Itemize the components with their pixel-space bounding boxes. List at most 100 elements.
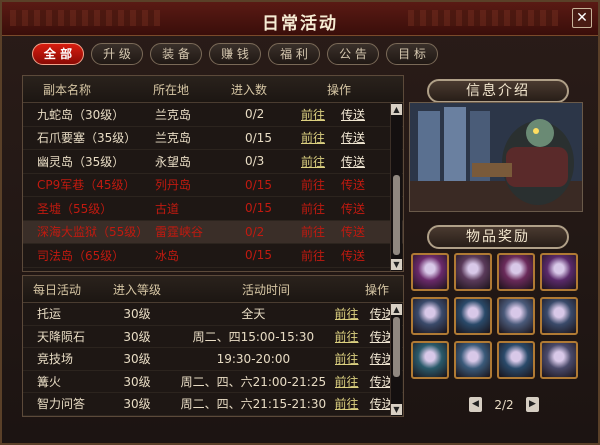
dungeon-row[interactable]: 司法岛（65级） 冰岛 0/15 前往 传送 (23, 244, 403, 268)
ring-icon[interactable] (454, 341, 492, 379)
blade-icon[interactable] (454, 297, 492, 335)
tab-5[interactable]: 公 告 (327, 43, 379, 65)
go-link[interactable]: 前往 (301, 176, 337, 193)
pants-icon[interactable] (540, 297, 578, 335)
scroll-up-icon[interactable]: ▲ (391, 304, 402, 315)
go-link[interactable]: 前往 (301, 223, 337, 240)
dungeon-row[interactable]: 圣墟（55级） 古道 0/15 前往 传送 (23, 197, 403, 221)
dungeon-location: 列丹岛 (155, 178, 192, 193)
dungeon-entries: 0/15 (245, 177, 272, 192)
scroll-thumb[interactable] (393, 175, 400, 255)
dungeon-row[interactable]: 深海大监狱（55级） 雷霆峡谷 0/2 前往 传送 (23, 220, 403, 244)
header-entries: 进入数 (231, 82, 268, 97)
header-time: 活动时间 (241, 282, 290, 297)
activity-name: 天降陨石 (37, 329, 86, 344)
dungeon-name: 幽灵岛（35级） (37, 154, 125, 169)
teleport-link[interactable]: 传送 (337, 129, 377, 146)
dungeon-list-panel: 副本名称 所在地 进入数 操作 九蛇岛（30级） 兰克岛 0/2 前往 传送 石爪要塞（3… (22, 75, 404, 272)
title-bar[interactable]: 日常活动 ✕ (2, 2, 598, 36)
boots-icon[interactable] (411, 253, 449, 291)
activity-name: 竞技场 (37, 352, 74, 367)
daily-row[interactable]: 托运 30级 全天 前往 传送 (23, 303, 403, 326)
dungeon-entries: 0/2 (245, 107, 265, 122)
activity-level: 30级 (123, 307, 151, 322)
dungeon-row[interactable]: 石爪要塞（35级） 兰克岛 0/15 前往 传送 (23, 127, 403, 150)
activity-time: 周二、四、六21:15-21:30 (180, 397, 327, 412)
activity-time: 周二、四、六21:00-21:25 (180, 374, 327, 389)
go-link[interactable]: 前往 (301, 200, 337, 217)
daily-list-header: 每日活动 进入等级 活动时间 操作 (23, 276, 403, 303)
sword-icon[interactable] (454, 253, 492, 291)
teleport-link[interactable]: 传送 (337, 200, 377, 217)
go-link[interactable]: 前往 (335, 395, 368, 412)
dungeon-location: 冰岛 (155, 248, 180, 263)
go-link[interactable]: 前往 (301, 153, 337, 170)
go-link[interactable]: 前往 (301, 129, 337, 146)
daily-activity-window: 日常活动 ✕ 全 部升 级装 备赚 钱福 利公 告目 标 副本名称 所在地 进入… (0, 0, 600, 445)
next-page-icon[interactable]: ▶ (526, 397, 539, 412)
dungeon-entries: 0/15 (245, 130, 272, 145)
bracer-icon[interactable] (540, 341, 578, 379)
tab-0[interactable]: 全 部 (32, 43, 84, 65)
teleport-link[interactable]: 传送 (337, 247, 377, 264)
activity-name: 托运 (37, 307, 62, 322)
reward-pager: ◀ 2/2 ▶ (469, 397, 539, 412)
gauntlet-icon[interactable] (411, 297, 449, 335)
teleport-link[interactable]: 传送 (337, 223, 377, 240)
category-tabs: 全 部升 级装 备赚 钱福 利公 告目 标 (32, 43, 438, 65)
daily-row[interactable]: 天降陨石 30级 周二、四15:00-15:30 前往 传送 (23, 326, 403, 348)
go-link[interactable]: 前往 (335, 350, 368, 367)
dungeon-list-header: 副本名称 所在地 进入数 操作 (23, 76, 403, 103)
dungeon-name: 司法岛（65级） (37, 248, 125, 263)
dungeon-location: 兰克岛 (155, 107, 192, 122)
dungeon-row[interactable]: 九蛇岛（30级） 兰克岛 0/2 前往 传送 (23, 103, 403, 127)
dungeon-name: 石爪要塞（35级） (37, 131, 137, 146)
tab-2[interactable]: 装 备 (150, 43, 202, 65)
window-title: 日常活动 (262, 14, 338, 34)
dungeon-location: 永望岛 (155, 154, 192, 169)
activity-time: 周二、四15:00-15:30 (192, 329, 315, 344)
teleport-link[interactable]: 传送 (337, 106, 377, 123)
go-link[interactable]: 前往 (335, 328, 368, 345)
go-link[interactable]: 前往 (335, 305, 368, 322)
daily-scrollbar[interactable]: ▲ ▼ (390, 303, 402, 416)
dungeon-row[interactable]: 幽灵岛（35级） 永望岛 0/3 前往 传送 (23, 150, 403, 174)
portrait-art (410, 103, 582, 211)
dungeon-location: 兰克岛 (155, 131, 192, 146)
close-icon[interactable]: ✕ (572, 8, 592, 28)
teleport-link[interactable]: 传送 (337, 153, 377, 170)
leg-armor-icon[interactable] (497, 253, 535, 291)
scroll-up-icon[interactable]: ▲ (391, 104, 402, 115)
daily-row[interactable]: 篝火 30级 周二、四、六21:00-21:25 前往 传送 (23, 371, 403, 393)
tab-4[interactable]: 福 利 (268, 43, 320, 65)
daily-row[interactable]: 智力问答 30级 周二、四、六21:15-21:30 前往 传送 (23, 393, 403, 416)
gem-icon[interactable] (497, 341, 535, 379)
activity-level: 30级 (123, 374, 151, 389)
go-link[interactable]: 前往 (301, 106, 337, 123)
go-link[interactable]: 前往 (301, 247, 337, 264)
dungeon-row[interactable]: CP9军巷（45级） 列丹岛 0/15 前往 传送 (23, 174, 403, 197)
dungeon-name: 九蛇岛（30级） (37, 107, 125, 122)
activity-time: 19:30-20:00 (216, 351, 291, 366)
greaves-icon[interactable] (411, 341, 449, 379)
scroll-down-icon[interactable]: ▼ (391, 259, 402, 270)
dungeon-rows: 九蛇岛（30级） 兰克岛 0/2 前往 传送 石爪要塞（35级） 兰克岛 0/15 前往 传送 幽灵… (23, 103, 403, 268)
dungeon-scrollbar[interactable]: ▲ ▼ (390, 103, 402, 271)
page-indicator: 2/2 (494, 397, 514, 412)
prev-page-icon[interactable]: ◀ (469, 397, 482, 412)
dungeon-name: 圣墟（55级） (37, 201, 113, 216)
scroll-down-icon[interactable]: ▼ (391, 404, 402, 415)
go-link[interactable]: 前往 (335, 373, 368, 390)
dungeon-location: 古道 (155, 201, 180, 216)
teleport-link[interactable]: 传送 (337, 176, 377, 193)
armor-icon[interactable] (497, 297, 535, 335)
daily-row[interactable]: 竞技场 30级 19:30-20:00 前往 传送 (23, 348, 403, 371)
scroll-thumb[interactable] (393, 317, 400, 377)
activity-name: 智力问答 (37, 397, 86, 412)
header-location: 所在地 (153, 82, 190, 97)
glove-icon[interactable] (540, 253, 578, 291)
tab-3[interactable]: 赚 钱 (209, 43, 261, 65)
header-action: 操作 (327, 82, 352, 97)
tab-1[interactable]: 升 级 (91, 43, 143, 65)
tab-6[interactable]: 目 标 (386, 43, 438, 65)
